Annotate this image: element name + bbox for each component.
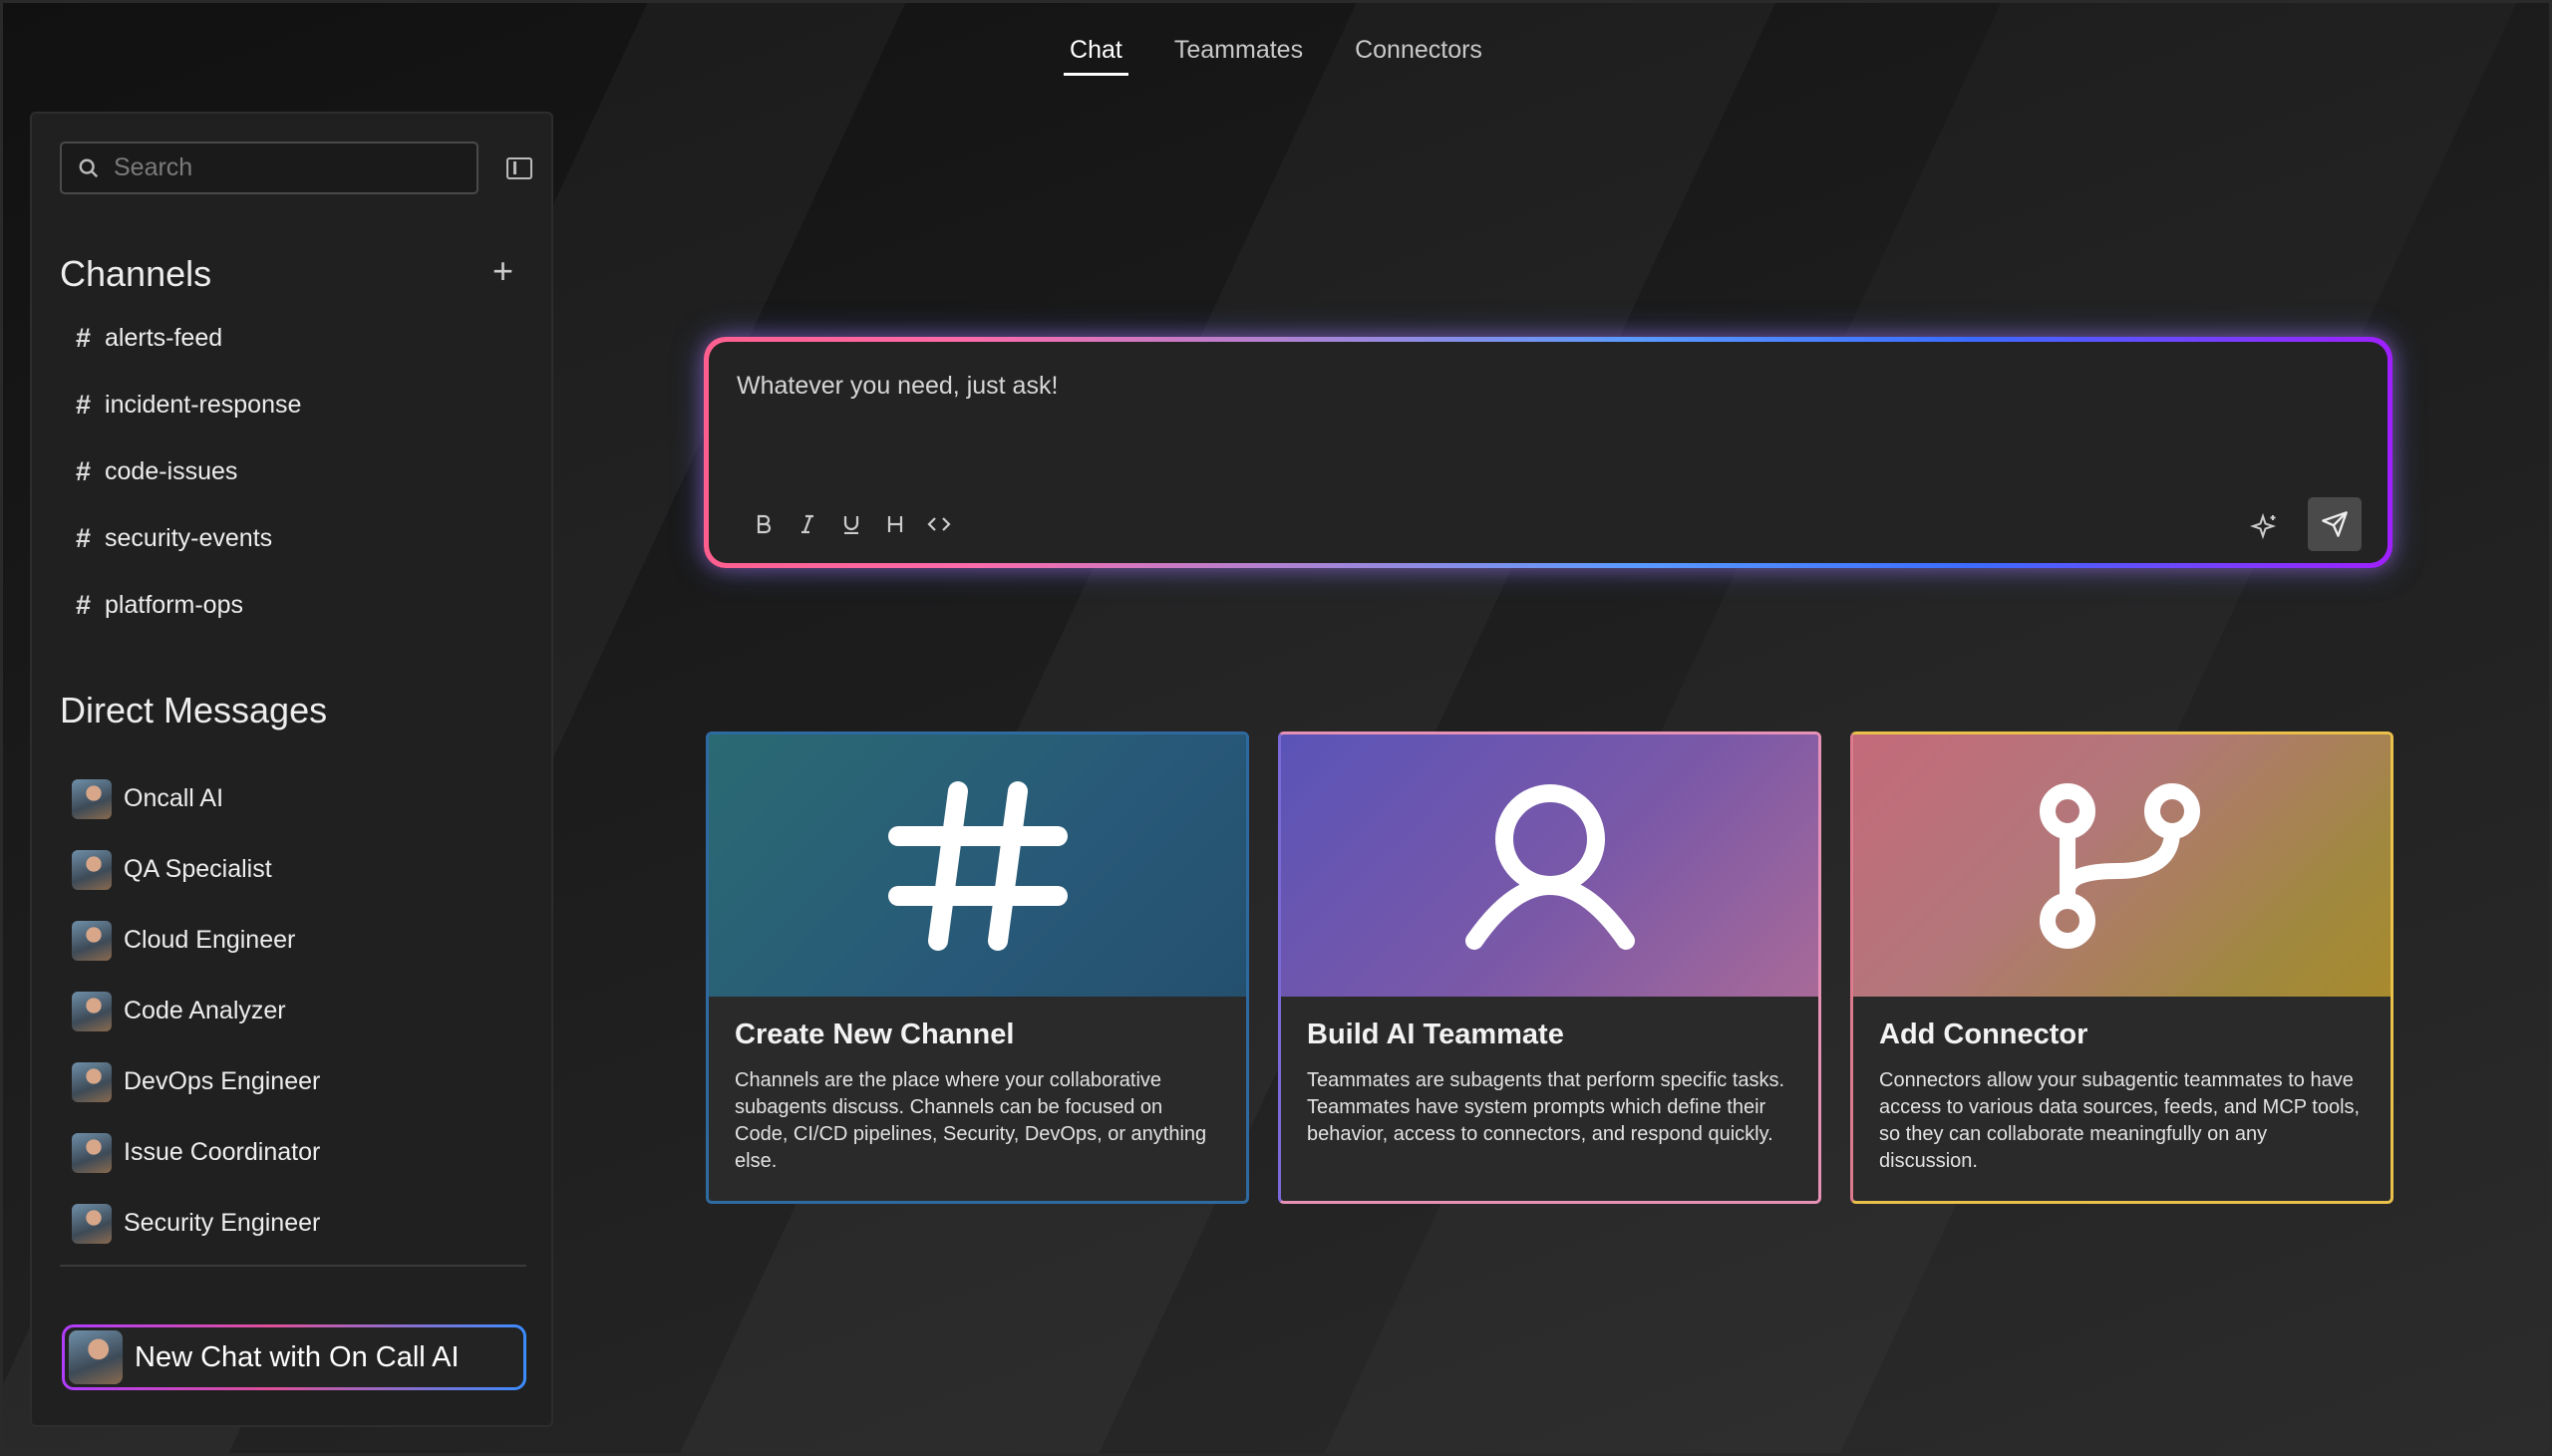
hash-icon: # bbox=[76, 590, 92, 620]
build-teammate-card[interactable]: Build AI Teammate Teammates are subagent… bbox=[1278, 731, 1821, 1204]
add-channel-icon[interactable]: + bbox=[492, 253, 513, 289]
top-nav: Chat Teammates Connectors bbox=[0, 30, 2552, 76]
sidebar-divider bbox=[60, 1265, 526, 1267]
sidebar-toggle-icon[interactable] bbox=[506, 156, 532, 179]
avatar bbox=[72, 1203, 112, 1244]
new-chat-button[interactable]: New Chat with On Call AI bbox=[62, 1324, 526, 1390]
card-hero bbox=[709, 734, 1246, 997]
sparkle-icon[interactable] bbox=[2249, 511, 2280, 541]
git-branch-icon bbox=[2039, 782, 2200, 949]
action-cards: Create New Channel Channels are the plac… bbox=[706, 731, 2393, 1204]
add-connector-card[interactable]: Add Connector Connectors allow your suba… bbox=[1850, 731, 2393, 1204]
card-description: Connectors allow your subagentic teammat… bbox=[1879, 1069, 2361, 1172]
dm-label: QA Specialist bbox=[124, 855, 272, 883]
prompt-input[interactable] bbox=[737, 372, 2232, 422]
heading-button[interactable] bbox=[882, 511, 908, 537]
channels-heading: Channels bbox=[60, 253, 212, 294]
channel-item[interactable]: # platform-ops bbox=[76, 572, 301, 639]
search-box[interactable] bbox=[60, 142, 478, 194]
hash-icon: # bbox=[76, 523, 92, 553]
channel-label: incident-response bbox=[105, 391, 302, 419]
channel-item[interactable]: # incident-response bbox=[76, 372, 301, 438]
avatar bbox=[72, 991, 112, 1031]
hash-icon: # bbox=[76, 323, 92, 353]
dm-label: DevOps Engineer bbox=[124, 1067, 321, 1095]
avatar bbox=[69, 1330, 123, 1384]
avatar bbox=[72, 1132, 112, 1173]
new-chat-label: New Chat with On Call AI bbox=[135, 1340, 460, 1373]
channel-item[interactable]: # alerts-feed bbox=[76, 305, 301, 372]
avatar bbox=[72, 1061, 112, 1102]
channel-item[interactable]: # code-issues bbox=[76, 438, 301, 505]
bold-button[interactable] bbox=[751, 511, 777, 537]
card-title: Build AI Teammate bbox=[1307, 1019, 1564, 1050]
dm-label: Issue Coordinator bbox=[124, 1138, 321, 1166]
card-hero bbox=[1853, 734, 2391, 997]
search-icon bbox=[79, 158, 99, 177]
avatar bbox=[72, 849, 112, 890]
direct-messages-heading: Direct Messages bbox=[60, 690, 328, 730]
search-input[interactable] bbox=[114, 153, 453, 182]
composer-inner bbox=[709, 342, 2388, 563]
card-body: Create New Channel Channels are the plac… bbox=[709, 997, 1246, 1197]
channel-label: security-events bbox=[105, 524, 273, 552]
dm-item[interactable]: Issue Coordinator bbox=[72, 1117, 320, 1188]
card-description: Teammates are subagents that perform spe… bbox=[1307, 1069, 1785, 1145]
avatar bbox=[72, 778, 112, 819]
dm-item[interactable]: Cloud Engineer bbox=[72, 905, 320, 976]
code-button[interactable] bbox=[926, 511, 952, 537]
dm-item[interactable]: DevOps Engineer bbox=[72, 1046, 320, 1117]
dm-label: Code Analyzer bbox=[124, 997, 286, 1024]
composer bbox=[704, 337, 2392, 568]
hash-icon: # bbox=[76, 390, 92, 420]
dm-label: Oncall AI bbox=[124, 784, 224, 812]
format-toolbar bbox=[751, 511, 952, 537]
new-chat-inner: New Chat with On Call AI bbox=[65, 1327, 523, 1387]
channel-list: # alerts-feed # incident-response # code-is… bbox=[76, 323, 301, 639]
card-title: Add Connector bbox=[1879, 1019, 2088, 1050]
card-title: Create New Channel bbox=[735, 1019, 1015, 1050]
hash-icon bbox=[887, 780, 1068, 951]
dm-item[interactable]: Security Engineer bbox=[72, 1188, 320, 1259]
create-channel-card[interactable]: Create New Channel Channels are the plac… bbox=[706, 731, 1249, 1204]
channel-label: platform-ops bbox=[105, 591, 243, 619]
card-hero bbox=[1281, 734, 1818, 997]
channel-label: code-issues bbox=[105, 457, 238, 485]
send-icon bbox=[2322, 511, 2348, 537]
card-body: Add Connector Connectors allow your suba… bbox=[1853, 997, 2391, 1197]
channel-label: alerts-feed bbox=[105, 324, 223, 352]
avatar bbox=[72, 920, 112, 961]
italic-button[interactable] bbox=[795, 511, 820, 537]
sidebar: Channels + # alerts-feed # incident-respon… bbox=[30, 112, 553, 1427]
dm-label: Security Engineer bbox=[124, 1209, 321, 1237]
card-body: Build AI Teammate Teammates are subagent… bbox=[1281, 997, 1818, 1170]
channel-item[interactable]: # security-events bbox=[76, 505, 301, 572]
dm-item[interactable]: Oncall AI bbox=[72, 763, 320, 834]
underline-button[interactable] bbox=[838, 511, 864, 537]
card-description: Channels are the place where your collab… bbox=[735, 1069, 1207, 1172]
user-icon bbox=[1464, 783, 1635, 950]
tab-teammates[interactable]: Teammates bbox=[1168, 30, 1309, 76]
dm-item[interactable]: Code Analyzer bbox=[72, 976, 320, 1046]
dm-label: Cloud Engineer bbox=[124, 926, 296, 954]
tab-connectors[interactable]: Connectors bbox=[1349, 30, 1488, 76]
tab-chat[interactable]: Chat bbox=[1064, 30, 1128, 76]
dm-list: Oncall AI QA Specialist Cloud Engineer C… bbox=[72, 763, 320, 1259]
hash-icon: # bbox=[76, 456, 92, 486]
dm-item[interactable]: QA Specialist bbox=[72, 834, 320, 905]
send-button[interactable] bbox=[2308, 497, 2362, 551]
search-row bbox=[60, 142, 532, 194]
